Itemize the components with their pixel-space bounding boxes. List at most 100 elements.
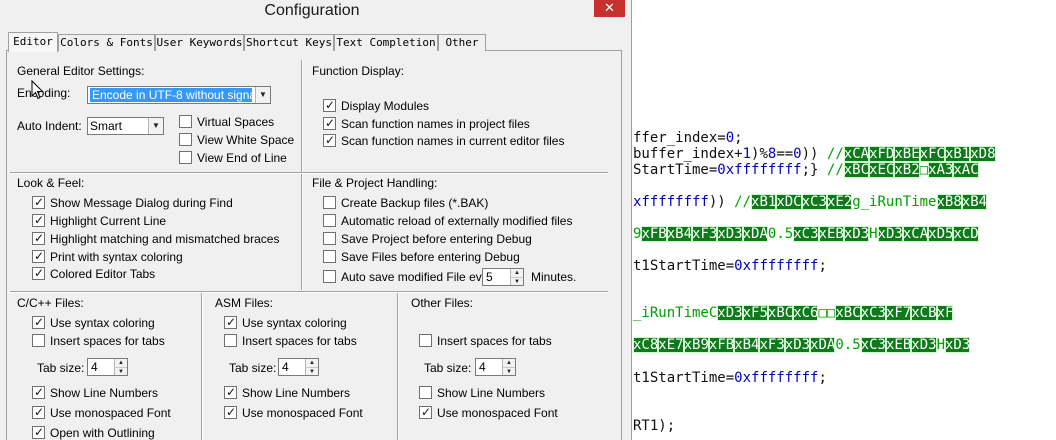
- cpp-outlining-checkbox[interactable]: [32, 425, 45, 439]
- virtual-spaces-checkbox[interactable]: [179, 115, 192, 128]
- code-editor[interactable]: ffer_index=0; buffer_index+1)%8==0)) //x…: [633, 0, 1056, 440]
- other-tab-size-label: Tab size:: [424, 361, 472, 375]
- other-line-numbers-label: Show Line Numbers: [437, 386, 546, 400]
- section-divider: [10, 172, 608, 174]
- encoding-select[interactable]: Encode in UTF-8 without signature ▼: [87, 86, 271, 104]
- scan-project-files-checkbox[interactable]: [323, 116, 336, 130]
- code-line: StartTime=0xffffffff;} //xBCxECxB2□xA3xA…: [633, 162, 979, 178]
- auto-save-checkbox[interactable]: [323, 270, 336, 283]
- colored-editor-tabs-label: Colored Editor Tabs: [50, 267, 156, 281]
- code-line: _iRunTimeCxD3xF5xBCxC6□□xBCxC3xF7xCBxF: [633, 305, 954, 321]
- cpp-line-numbers-checkbox[interactable]: [32, 385, 45, 399]
- section-divider: [201, 293, 203, 440]
- asm-syntax-coloring-label: Use syntax coloring: [242, 316, 347, 330]
- other-tab-size-stepper[interactable]: 4 ▲ ▼: [475, 358, 516, 376]
- save-project-debug-checkbox[interactable]: [323, 232, 336, 245]
- tab-shortcut-keys[interactable]: Shortcut Keys: [244, 34, 334, 51]
- section-divider: [301, 60, 303, 290]
- minutes-label: Minutes.: [531, 270, 577, 284]
- print-syntax-coloring-label: Print with syntax coloring: [50, 250, 183, 264]
- configuration-dialog: Configuration ✕ Editor Colors & Fonts Us…: [0, 0, 632, 440]
- other-monospaced-label: Use monospaced Font: [437, 406, 558, 420]
- code-line: t1StartTime=0xffffffff;: [633, 258, 827, 274]
- tab-colors-fonts[interactable]: Colors & Fonts: [58, 34, 155, 51]
- window-title: Configuration: [264, 2, 360, 19]
- create-backup-checkbox[interactable]: [323, 196, 336, 209]
- cpp-tab-size-stepper[interactable]: 4 ▲ ▼: [87, 358, 128, 376]
- view-white-space-checkbox[interactable]: [179, 133, 192, 146]
- other-tab-size-value: 4: [479, 360, 486, 374]
- cpp-syntax-coloring-label: Use syntax coloring: [50, 316, 155, 330]
- cpp-tab-size-value: 4: [91, 360, 98, 374]
- other-monospaced-checkbox[interactable]: [419, 405, 432, 419]
- tab-other[interactable]: Other: [438, 34, 486, 51]
- auto-indent-select[interactable]: Smart ▼: [87, 117, 164, 135]
- virtual-spaces-label: Virtual Spaces: [197, 115, 275, 129]
- auto-save-minutes-stepper[interactable]: 5 ▲ ▼: [482, 268, 524, 286]
- save-files-debug-label: Save Files before entering Debug: [341, 250, 520, 264]
- highlight-current-line-label: Highlight Current Line: [50, 214, 167, 228]
- asm-line-numbers-label: Show Line Numbers: [242, 386, 351, 400]
- auto-reload-checkbox[interactable]: [323, 214, 336, 227]
- auto-reload-label: Automatic reload of externally modified …: [341, 214, 573, 228]
- tab-text-completion[interactable]: Text Completion: [334, 34, 438, 51]
- spin-down-icon[interactable]: ▼: [114, 367, 127, 375]
- display-modules-label: Display Modules: [341, 99, 430, 113]
- scan-editor-files-checkbox[interactable]: [323, 133, 336, 147]
- section-divider: [10, 291, 608, 293]
- spin-up-icon[interactable]: ▲: [305, 359, 318, 367]
- tab-user-keywords[interactable]: User Keywords: [155, 34, 244, 51]
- asm-insert-spaces-label: Insert spaces for tabs: [242, 334, 357, 348]
- spin-down-icon[interactable]: ▼: [510, 277, 523, 285]
- asm-monospaced-checkbox[interactable]: [224, 405, 237, 419]
- asm-insert-spaces-checkbox[interactable]: [224, 334, 237, 347]
- title-bar[interactable]: Configuration ✕: [0, 0, 631, 22]
- spin-down-icon[interactable]: ▼: [305, 367, 318, 375]
- auto-indent-value: Smart: [90, 119, 123, 133]
- save-project-debug-label: Save Project before entering Debug: [341, 232, 532, 246]
- auto-save-label: Auto save modified File every: [341, 270, 499, 284]
- code-line: 9xFBxB4xF3xD3xDA0.5xC3xEBxD3HxD3xCAxD5xC…: [633, 226, 979, 242]
- cpp-files-heading: C/C++ Files:: [17, 296, 84, 310]
- cpp-insert-spaces-checkbox[interactable]: [32, 334, 45, 347]
- asm-tab-size-label: Tab size:: [229, 361, 277, 375]
- close-button[interactable]: ✕: [594, 0, 625, 17]
- spin-up-icon[interactable]: ▲: [502, 359, 515, 367]
- colored-editor-tabs-checkbox[interactable]: [32, 266, 45, 280]
- chevron-down-icon[interactable]: ▼: [255, 87, 270, 103]
- spin-up-icon[interactable]: ▲: [114, 359, 127, 367]
- function-display-heading: Function Display:: [312, 64, 405, 78]
- asm-monospaced-label: Use monospaced Font: [242, 406, 363, 420]
- print-syntax-coloring-checkbox[interactable]: [32, 249, 45, 263]
- scan-editor-files-label: Scan function names in current editor fi…: [341, 134, 565, 148]
- mouse-cursor-icon: [31, 80, 44, 100]
- auto-indent-label: Auto Indent:: [17, 119, 82, 133]
- scan-project-files-label: Scan function names in project files: [341, 117, 530, 131]
- look-feel-heading: Look & Feel:: [17, 176, 85, 190]
- other-files-heading: Other Files:: [411, 296, 474, 310]
- code-line: xC8xE7xB9xFBxB4xF3xD3xDA0.5xC3xEBxD3HxD3: [633, 337, 971, 353]
- other-insert-spaces-label: Insert spaces for tabs: [437, 334, 552, 348]
- spin-up-icon[interactable]: ▲: [510, 269, 523, 277]
- cpp-line-numbers-label: Show Line Numbers: [50, 386, 159, 400]
- display-modules-checkbox[interactable]: [323, 98, 336, 112]
- cpp-syntax-coloring-checkbox[interactable]: [32, 315, 45, 329]
- chevron-down-icon[interactable]: ▼: [148, 118, 163, 134]
- highlight-braces-checkbox[interactable]: [32, 231, 45, 245]
- cpp-insert-spaces-label: Insert spaces for tabs: [50, 334, 165, 348]
- asm-syntax-coloring-checkbox[interactable]: [224, 315, 237, 329]
- tab-editor[interactable]: Editor: [8, 32, 58, 52]
- view-end-of-line-checkbox[interactable]: [179, 151, 192, 164]
- spin-down-icon[interactable]: ▼: [502, 367, 515, 375]
- asm-line-numbers-checkbox[interactable]: [224, 385, 237, 399]
- asm-tab-size-stepper[interactable]: 4 ▲ ▼: [278, 358, 319, 376]
- cpp-monospaced-checkbox[interactable]: [32, 405, 45, 419]
- create-backup-label: Create Backup files (*.BAK): [341, 196, 489, 210]
- other-insert-spaces-checkbox[interactable]: [419, 334, 432, 347]
- save-files-debug-checkbox[interactable]: [323, 250, 336, 263]
- highlight-current-line-checkbox[interactable]: [32, 213, 45, 227]
- cpp-monospaced-label: Use monospaced Font: [50, 406, 171, 420]
- other-line-numbers-checkbox[interactable]: [419, 386, 432, 399]
- show-message-dialog-checkbox[interactable]: [32, 195, 45, 209]
- auto-save-minutes-value: 5: [486, 270, 493, 284]
